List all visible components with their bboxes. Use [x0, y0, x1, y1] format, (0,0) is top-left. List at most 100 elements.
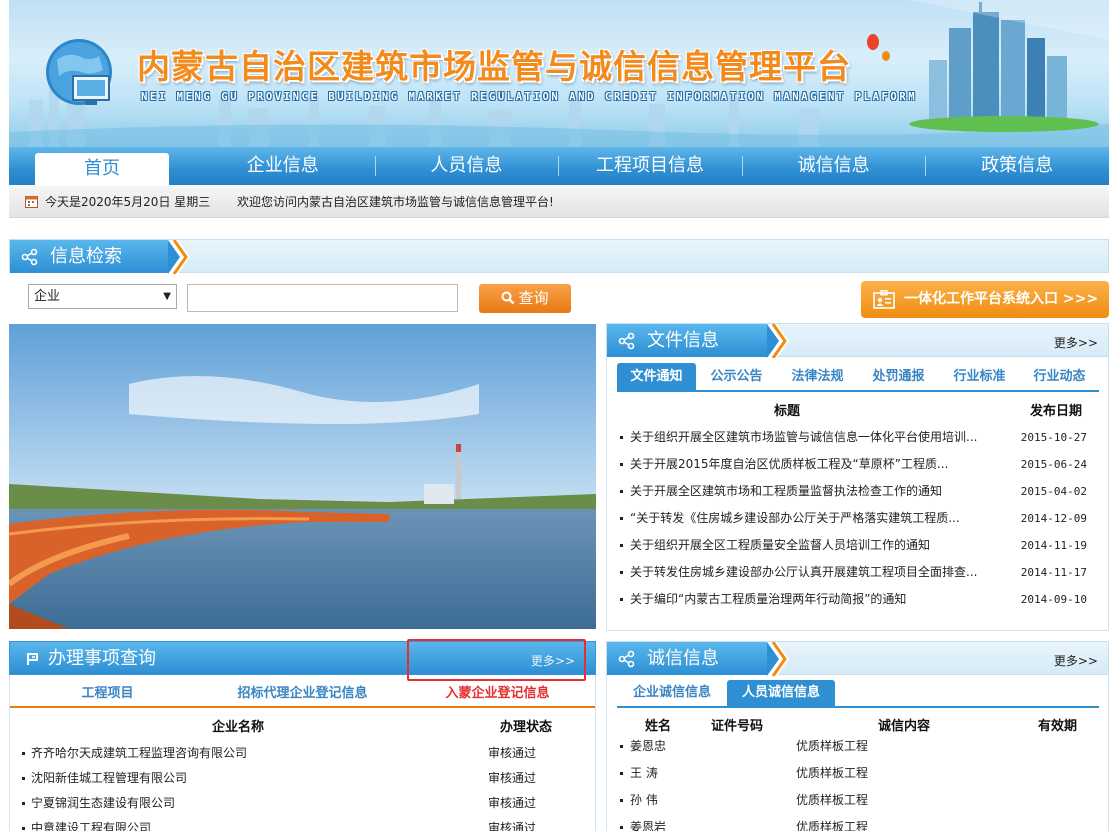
- search-type-select[interactable]: 企业 ▼: [28, 284, 177, 309]
- files-section-header: 文件信息 更多>>: [606, 323, 1109, 358]
- info-bar: 今天是2020年5月20日 星期三 欢迎您访问内蒙古自治区建筑市场监管与诚信信息…: [9, 186, 1109, 218]
- enterprise-name: 沈阳新佳城工程管理有限公司: [31, 771, 188, 785]
- nav-home[interactable]: 首页: [35, 153, 169, 185]
- tab-file-notice[interactable]: 文件通知: [617, 363, 696, 390]
- list-item[interactable]: “关于转发《住房城乡建设部办公厅关于严格落实建筑工程质... 2014-12-09: [617, 505, 1095, 532]
- site-subtitle: NEI MENG GU PROVINCE BUILDING MARKET REG…: [141, 91, 918, 103]
- notice-title: 关于开展2015年度自治区优质样板工程及“草原杯”工程质...: [630, 457, 949, 471]
- section-arrow-icon: [767, 642, 789, 676]
- tab-incoming-enterprises[interactable]: 入蒙企业登记信息: [400, 681, 595, 706]
- platform-entry-label: 一体化工作平台系统入口 >>>: [904, 291, 1099, 307]
- person-name: 王 涛: [630, 766, 658, 780]
- credit-col-name: 姓名: [645, 719, 672, 734]
- notice-title: 关于组织开展全区建筑市场监管与诚信信息一体化平台使用培训...: [630, 430, 978, 444]
- header-banner: 内蒙古自治区建筑市场监管与诚信信息管理平台 NEI MENG GU PROVIN…: [9, 0, 1109, 147]
- credit-section-title: 诚信信息: [647, 648, 719, 669]
- notice-title: 关于编印“内蒙古工程质量治理两年行动简报”的通知: [630, 592, 907, 606]
- credit-content: 优质样板工程: [796, 739, 869, 753]
- list-item[interactable]: 关于组织开展全区建筑市场监管与诚信信息一体化平台使用培训... 2015-10-2…: [617, 424, 1095, 451]
- search-section-tab: 信息检索: [10, 240, 190, 274]
- highlight-box: [407, 639, 586, 681]
- notice-title: “关于转发《住房城乡建设部办公厅关于严格落实建筑工程质...: [630, 511, 960, 525]
- main-nav: 首页 企业信息 人员信息 工程项目信息 诚信信息 政策信息: [9, 147, 1109, 185]
- nav-enterprise[interactable]: 企业信息: [191, 147, 375, 185]
- affairs-section-title: 办理事项查询: [48, 648, 156, 669]
- search-section-header: 信息检索: [9, 239, 1109, 274]
- tab-enterprise-credit[interactable]: 企业诚信信息: [617, 680, 727, 706]
- status-text: 审核通过: [488, 796, 537, 810]
- tab-public-notice[interactable]: 公示公告: [696, 363, 777, 390]
- tab-laws[interactable]: 法律法规: [777, 363, 858, 390]
- affairs-col-name: 企业名称: [212, 720, 265, 735]
- files-section-tab: 文件信息: [607, 324, 789, 358]
- today-date: 今天是2020年5月20日 星期三: [45, 195, 211, 209]
- tab-standards[interactable]: 行业标准: [939, 363, 1020, 390]
- globe-computer-logo: [46, 39, 112, 105]
- nav-policy[interactable]: 政策信息: [925, 147, 1109, 185]
- tab-personnel-credit[interactable]: 人员诚信信息: [727, 680, 835, 706]
- affairs-tabs: 工程项目 招标代理企业登记信息 入蒙企业登记信息: [10, 681, 595, 708]
- credit-more-link[interactable]: 更多>>: [1054, 652, 1098, 669]
- id-card-icon: [873, 290, 895, 309]
- list-item[interactable]: 关于组织开展全区工程质量安全监督人员培训工作的通知 2014-11-19: [617, 532, 1095, 559]
- credit-tabs: 企业诚信信息 人员诚信信息: [617, 680, 1099, 708]
- share-icon: [21, 248, 38, 266]
- status-text: 审核通过: [488, 821, 537, 831]
- files-col-title: 标题: [774, 404, 801, 419]
- list-item[interactable]: 中意建设工程有限公司 审核通过: [20, 816, 590, 831]
- list-item[interactable]: 姜恩忠 优质样板工程: [618, 733, 1098, 760]
- person-name: 孙 伟: [630, 793, 658, 807]
- status-text: 审核通过: [488, 746, 537, 760]
- lake-boardwalk-photo: [9, 324, 596, 629]
- notice-date: 2014-11-19: [1020, 539, 1087, 552]
- notice-date: 2014-11-17: [1020, 566, 1087, 579]
- tab-bidding-agency[interactable]: 招标代理企业登记信息: [205, 681, 400, 706]
- search-input[interactable]: [187, 284, 458, 312]
- files-tabs: 文件通知 公示公告 法律法规 处罚通报 行业标准 行业动态: [617, 363, 1099, 392]
- list-item[interactable]: 关于转发住房城乡建设部办公厅认真开展建筑工程项目全面排查... 2014-11-1…: [617, 559, 1095, 586]
- credit-col-cert: 证件号码: [711, 719, 764, 734]
- search-icon: [501, 291, 515, 305]
- search-type-value: 企业: [34, 289, 61, 304]
- affairs-col-status: 办理状态: [500, 720, 553, 735]
- list-item[interactable]: 王 涛 优质样板工程: [618, 760, 1098, 787]
- caret-down-icon: ▼: [163, 291, 171, 302]
- nav-projects[interactable]: 工程项目信息: [558, 147, 742, 185]
- notice-title: 关于开展全区建筑市场和工程质量监督执法检查工作的通知: [630, 484, 943, 498]
- list-item[interactable]: 孙 伟 优质样板工程: [618, 787, 1098, 814]
- tab-penalty[interactable]: 处罚通报: [858, 363, 939, 390]
- search-section-title: 信息检索: [50, 246, 122, 267]
- tab-engineering-projects[interactable]: 工程项目: [10, 681, 205, 706]
- site-title: 内蒙古自治区建筑市场监管与诚信信息管理平台: [137, 47, 851, 86]
- list-item[interactable]: 姜恩岩 优质样板工程: [618, 814, 1098, 831]
- list-item[interactable]: 关于编印“内蒙古工程质量治理两年行动简报”的通知 2014-09-10: [617, 586, 1095, 613]
- calendar-icon: [25, 196, 38, 208]
- nav-personnel[interactable]: 人员信息: [374, 147, 559, 185]
- platform-entry-button[interactable]: 一体化工作平台系统入口 >>>: [861, 281, 1109, 318]
- enterprise-name: 中意建设工程有限公司: [31, 821, 152, 831]
- enterprise-name: 宁夏锦润生态建设有限公司: [31, 796, 176, 810]
- welcome-text: 欢迎您访问内蒙古自治区建筑市场监管与诚信信息管理平台!: [237, 195, 554, 209]
- list-item[interactable]: 关于开展2015年度自治区优质样板工程及“草原杯”工程质... 2015-06-2…: [617, 451, 1095, 478]
- notice-date: 2014-09-10: [1020, 593, 1087, 606]
- files-more-link[interactable]: 更多>>: [1054, 334, 1098, 351]
- nav-credit[interactable]: 诚信信息: [741, 147, 926, 185]
- credit-content: 优质样板工程: [796, 820, 869, 831]
- file-notice-list: 关于组织开展全区建筑市场监管与诚信信息一体化平台使用培训... 2015-10-2…: [617, 424, 1095, 613]
- list-item[interactable]: 宁夏锦润生态建设有限公司 审核通过: [20, 791, 590, 816]
- notice-date: 2015-06-24: [1020, 458, 1087, 471]
- list-item[interactable]: 齐齐哈尔天成建筑工程监理咨询有限公司 审核通过: [20, 741, 590, 766]
- person-name: 姜恩岩: [630, 820, 667, 831]
- credit-section-header: 诚信信息 更多>>: [606, 641, 1109, 676]
- status-text: 审核通过: [488, 771, 537, 785]
- bookmark-icon: [27, 653, 38, 665]
- list-item[interactable]: 关于开展全区建筑市场和工程质量监督执法检查工作的通知 2015-04-02: [617, 478, 1095, 505]
- query-button[interactable]: 查询: [479, 284, 571, 313]
- list-item[interactable]: 沈阳新佳城工程管理有限公司 审核通过: [20, 766, 590, 791]
- tab-industry-news[interactable]: 行业动态: [1020, 363, 1099, 390]
- notice-date: 2015-10-27: [1020, 431, 1087, 444]
- files-section-title: 文件信息: [647, 330, 719, 351]
- person-name: 姜恩忠: [630, 739, 667, 753]
- notice-date: 2014-12-09: [1020, 512, 1087, 525]
- credit-section-tab: 诚信信息: [607, 642, 789, 676]
